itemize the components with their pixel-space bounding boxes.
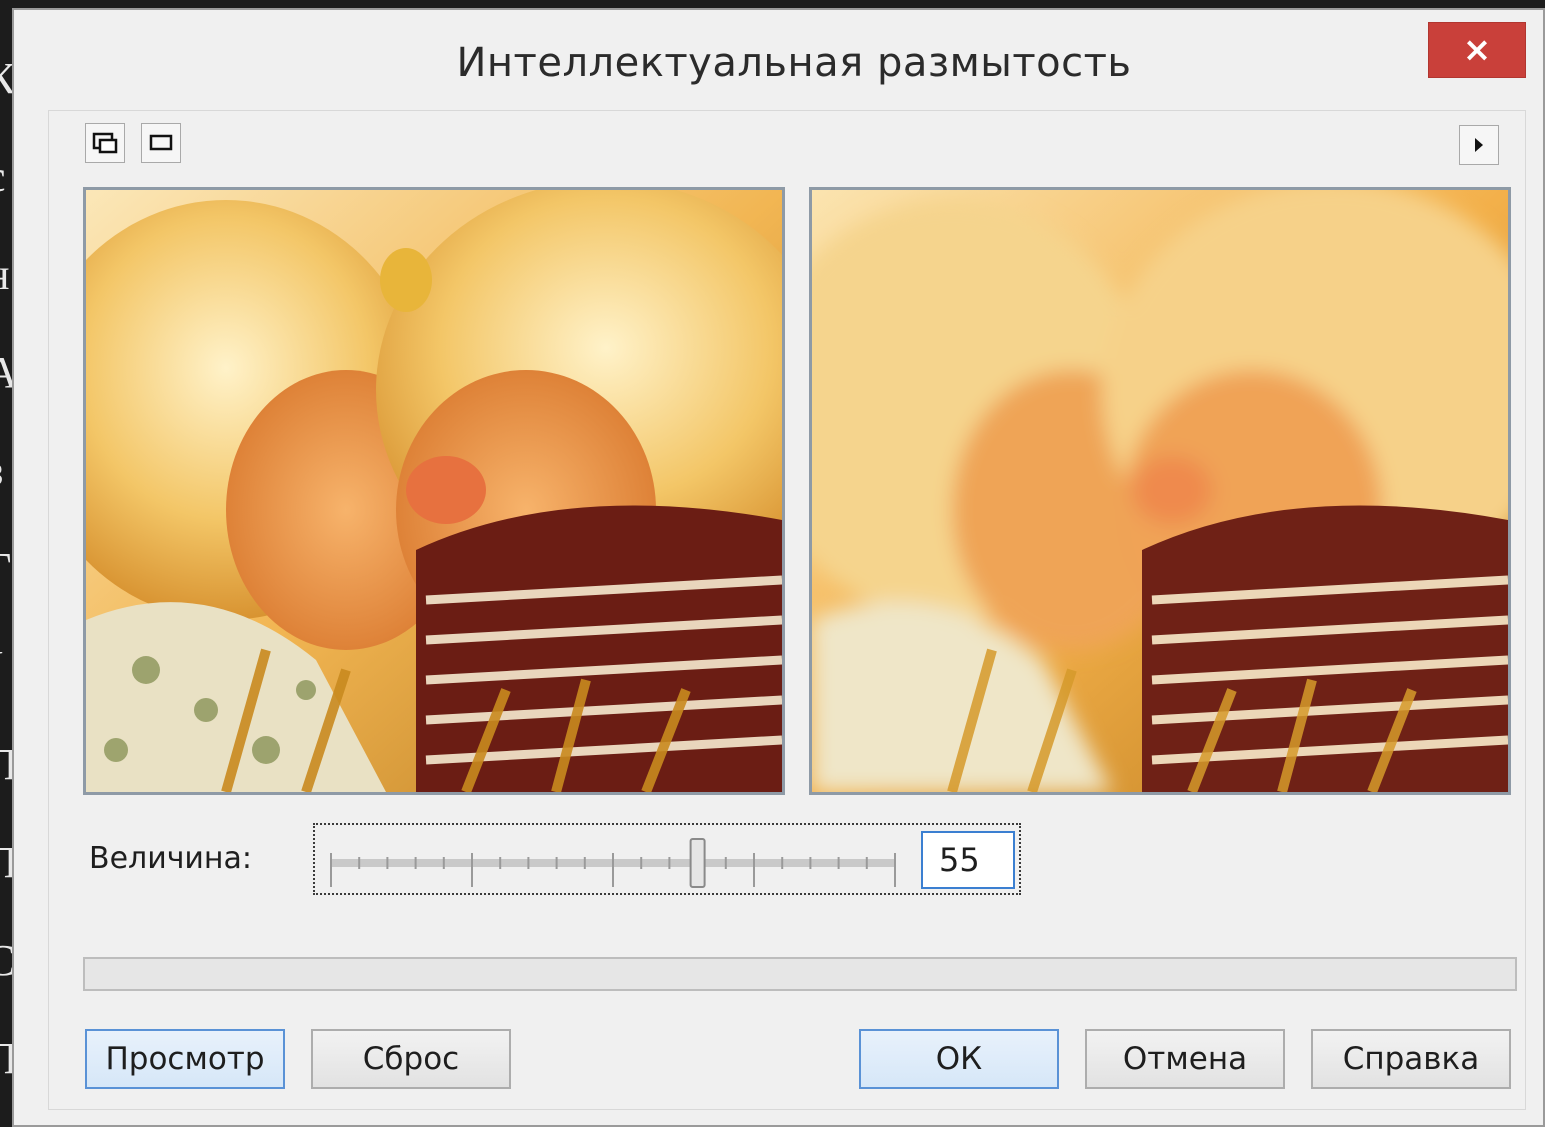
amount-label: Величина: [89,841,253,876]
smart-blur-dialog: Интеллектуальная размытость × Величина: … [12,8,1545,1127]
blurred-preview[interactable] [809,187,1511,795]
cancel-button[interactable]: Отмена [1085,1029,1285,1089]
close-icon: × [1462,30,1492,70]
help-button[interactable]: Справка [1311,1029,1511,1089]
background-text-fragment: КснАзГЈППСП [0,30,12,1120]
amount-value-input[interactable]: 55 [921,831,1015,889]
frame-icon [149,134,173,151]
close-button[interactable]: × [1428,22,1526,78]
preview-button[interactable]: Просмотр [85,1029,285,1089]
blurred-photo [812,190,1508,792]
original-photo [86,190,782,792]
slider-ticks [330,853,896,887]
frame-button[interactable] [141,123,181,163]
progress-bar [83,957,1517,991]
play-triangle-icon [1475,138,1483,152]
original-preview[interactable] [83,187,785,795]
ok-button[interactable]: ОК [859,1029,1059,1089]
zoom-region-button[interactable] [85,123,125,163]
reset-button[interactable]: Сброс [311,1029,511,1089]
amount-slider[interactable] [329,835,899,891]
zoom-region-icon [92,132,118,154]
dialog-body: Величина: 55 Просмотр Сброс ОК Отмена Сп… [48,110,1526,1110]
slider-thumb[interactable] [689,838,706,888]
options-menu-button[interactable] [1459,125,1499,165]
dialog-title: Интеллектуальная размытость [456,40,1132,86]
